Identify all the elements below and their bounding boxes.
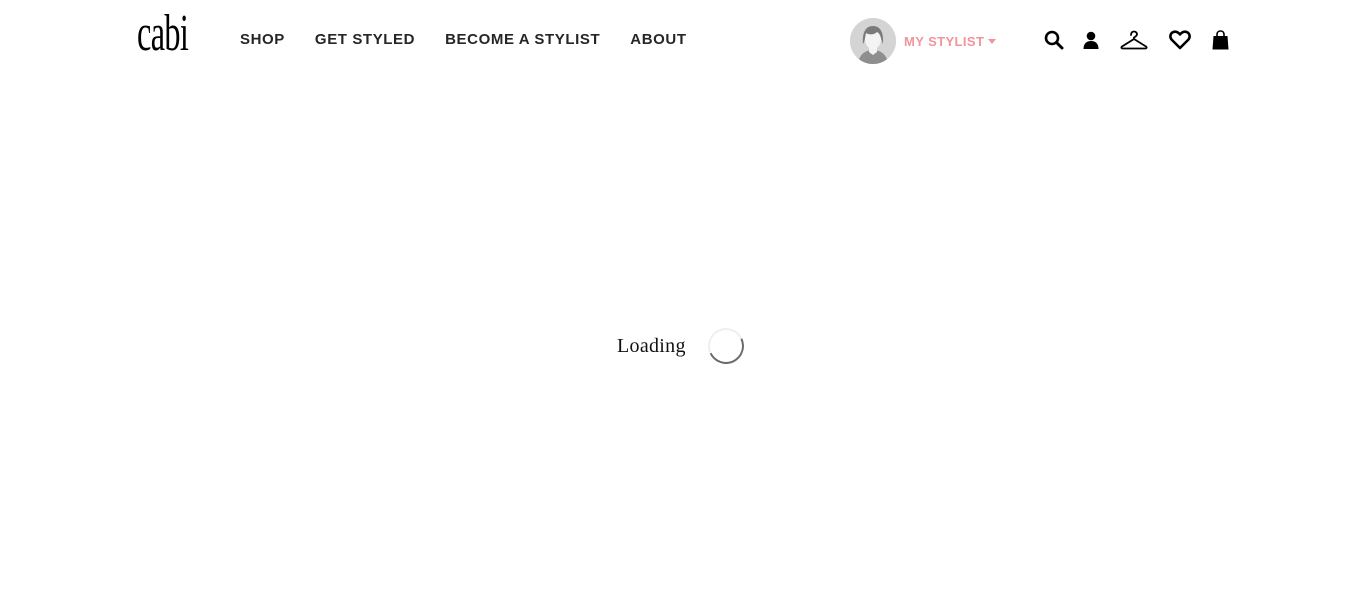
nav-become-a-stylist[interactable]: BECOME A STYLIST — [445, 30, 600, 50]
caret-down-icon — [988, 38, 997, 44]
cabi-logo[interactable]: cabi — [137, 8, 191, 64]
spinner-icon — [702, 322, 749, 370]
hanger-icon[interactable] — [1120, 26, 1148, 54]
page: cabi SHOP GET STYLED BECOME A STYLIST AB… — [0, 0, 1366, 613]
logo-text: cabi — [137, 5, 189, 62]
account-icon[interactable] — [1082, 26, 1100, 54]
nav-get-styled[interactable]: GET STYLED — [315, 30, 415, 50]
my-stylist-dropdown[interactable]: MY STYLIST — [850, 18, 997, 64]
shopping-bag-icon[interactable] — [1211, 26, 1229, 54]
user-avatar-icon — [850, 18, 896, 64]
heart-icon[interactable] — [1168, 26, 1192, 54]
nav-about[interactable]: ABOUT — [630, 30, 686, 50]
search-icon[interactable] — [1042, 26, 1066, 54]
loading-text: Loading — [617, 334, 686, 357]
nav-shop[interactable]: SHOP — [240, 30, 285, 50]
my-stylist-label: MY STYLIST — [904, 34, 997, 49]
main-nav: SHOP GET STYLED BECOME A STYLIST ABOUT — [240, 30, 717, 50]
site-header: cabi SHOP GET STYLED BECOME A STYLIST AB… — [0, 0, 1366, 80]
loading-indicator: Loading — [617, 322, 749, 370]
